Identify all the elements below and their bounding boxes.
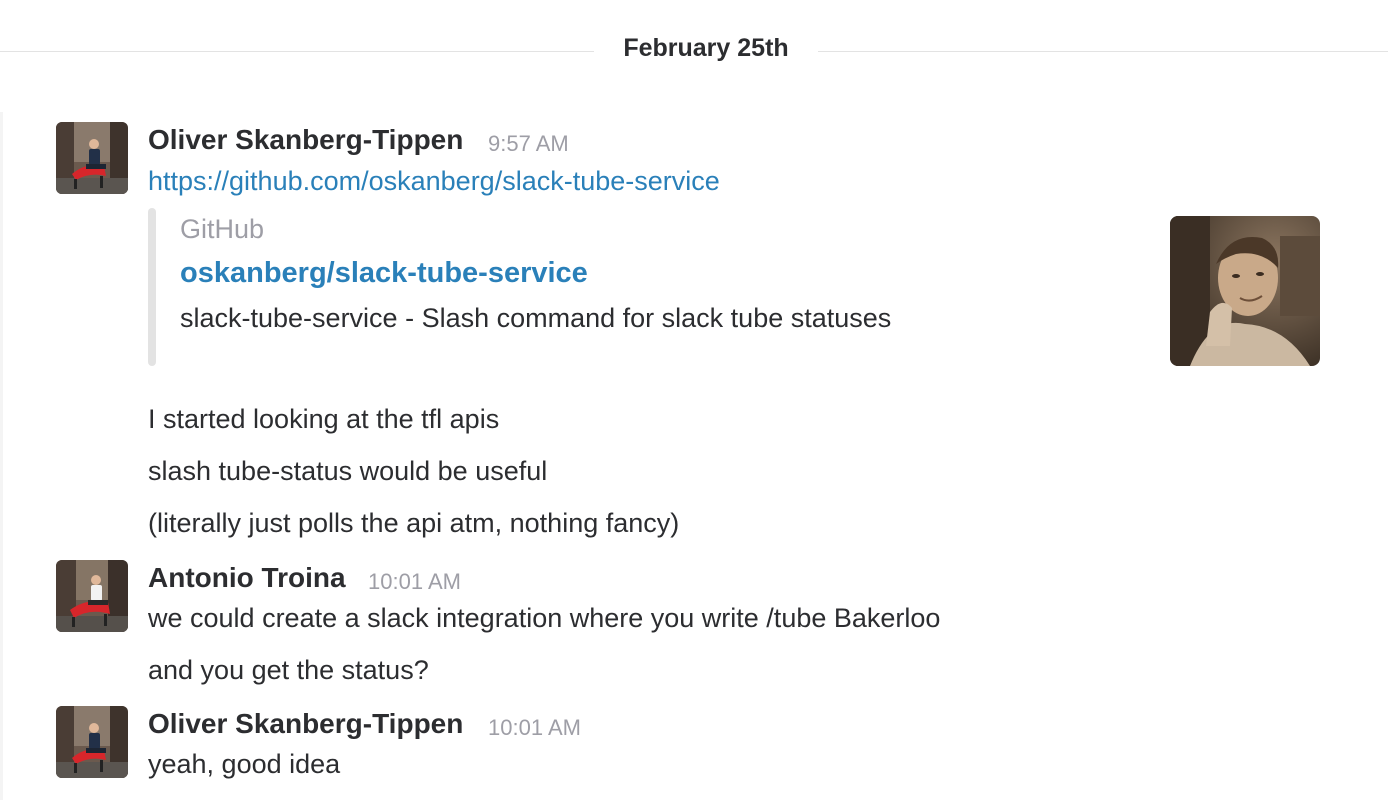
message-text: I started looking at the tfl apis bbox=[148, 404, 500, 434]
message-sender[interactable]: Antonio Troina bbox=[148, 562, 346, 594]
message-timestamp[interactable]: 10:01 AM bbox=[488, 715, 581, 741]
attachment-bar bbox=[148, 208, 156, 366]
avatar[interactable] bbox=[56, 122, 128, 194]
avatar[interactable] bbox=[56, 560, 128, 632]
pane-edge bbox=[0, 112, 3, 800]
message-pane: February 25th Oliver Skanberg-Tippen 9:5… bbox=[0, 0, 1388, 800]
message-timestamp[interactable]: 10:01 AM bbox=[368, 569, 461, 595]
message-timestamp[interactable]: 9:57 AM bbox=[488, 131, 569, 157]
attachment-title-link[interactable]: oskanberg/slack-tube-service bbox=[180, 257, 588, 290]
attachment-service-name: GitHub bbox=[180, 214, 265, 244]
divider-rule bbox=[818, 51, 1388, 52]
message-text: slash tube-status would be useful bbox=[148, 456, 548, 486]
divider-rule bbox=[0, 51, 594, 52]
message-text: we could create a slack integration wher… bbox=[148, 603, 941, 633]
message-text: (literally just polls the api atm, nothi… bbox=[148, 508, 680, 538]
attachment-thumbnail[interactable] bbox=[1170, 216, 1320, 366]
avatar[interactable] bbox=[56, 706, 128, 778]
message-sender[interactable]: Oliver Skanberg-Tippen bbox=[148, 124, 463, 156]
message-text: yeah, good idea bbox=[148, 749, 341, 779]
attachment-description: slack-tube-service - Slash command for s… bbox=[180, 303, 892, 333]
day-divider-label: February 25th bbox=[623, 34, 789, 62]
message-text: and you get the status? bbox=[148, 655, 429, 685]
message-link[interactable]: https://github.com/oskanberg/slack-tube-… bbox=[148, 166, 720, 197]
message-sender[interactable]: Oliver Skanberg-Tippen bbox=[148, 708, 463, 740]
day-divider: February 25th bbox=[0, 24, 1388, 80]
